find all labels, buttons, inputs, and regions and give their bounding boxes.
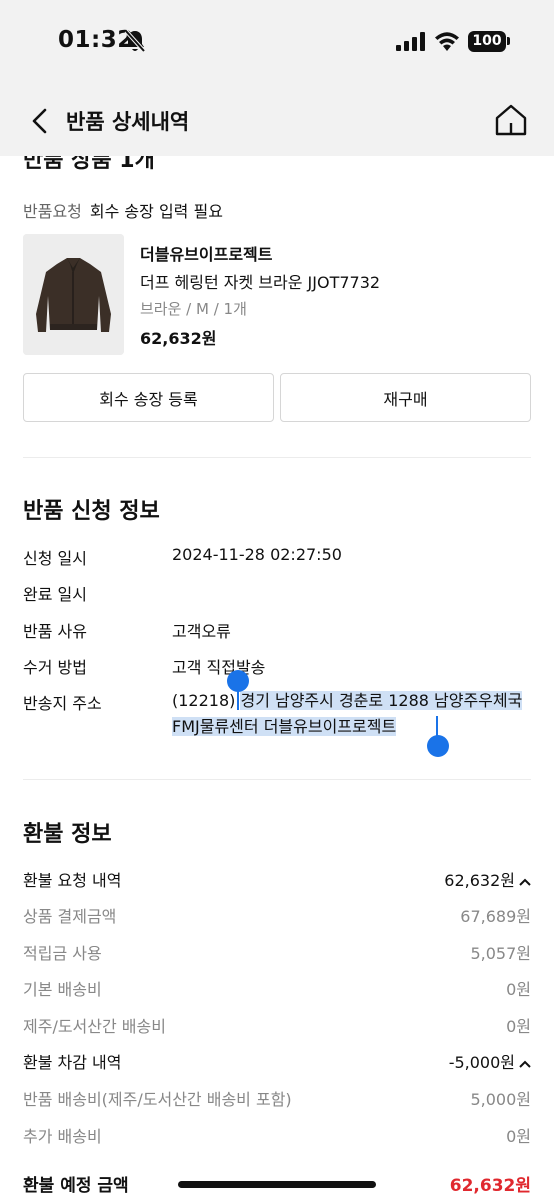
- refund-request-value: 62,632원: [444, 871, 515, 890]
- return-status-text: 회수 송장 입력 필요: [89, 202, 223, 221]
- chevron-up-icon: [519, 878, 531, 886]
- return-shipping-value: 5,000원: [470, 1090, 531, 1109]
- info-label-pickup-method: 수거 방법: [23, 658, 87, 677]
- info-label-request-date: 신청 일시: [23, 549, 87, 568]
- product-option: 브라운 / M / 1개: [140, 300, 247, 318]
- nav-bar: 반품 상세내역: [0, 84, 554, 156]
- return-status-line: 반품요청 회수 송장 입력 필요: [23, 198, 223, 222]
- payment-amount-label: 상품 결제금액: [23, 907, 117, 926]
- wifi-icon: [435, 32, 459, 51]
- island-shipping-label: 제주/도서산간 배송비: [23, 1017, 166, 1036]
- battery-cap: [507, 37, 510, 45]
- return-products-header: 반품 상품 1개: [23, 156, 155, 170]
- status-time: 01:32: [58, 27, 134, 53]
- return-shipping-label: 반품 배송비(제주/도서산간 배송비 포함): [23, 1090, 292, 1109]
- home-icon[interactable]: [494, 103, 528, 137]
- extra-shipping-label: 추가 배송비: [23, 1127, 102, 1146]
- status-bar: 01:32 100: [0, 0, 554, 84]
- refund-deduct-label: 환불 차감 내역: [23, 1053, 122, 1072]
- chevron-up-icon: [519, 1060, 531, 1068]
- address-zip: (12218): [172, 691, 241, 710]
- info-label-reason: 반품 사유: [23, 622, 87, 641]
- back-chevron-icon[interactable]: [30, 108, 50, 134]
- refund-total-label: 환불 예정 금액: [23, 1176, 129, 1196]
- refund-deduct-value: -5,000원: [448, 1053, 515, 1072]
- points-used-value: 5,057원: [470, 944, 531, 963]
- info-value-pickup-method: 고객 직접발송: [172, 658, 266, 677]
- rebuy-button[interactable]: 재구매: [280, 373, 531, 422]
- product-brand[interactable]: 더블유브이프로젝트: [140, 241, 272, 265]
- product-image[interactable]: [23, 234, 124, 355]
- payment-amount-value: 67,689원: [460, 907, 531, 926]
- home-indicator[interactable]: [178, 1181, 376, 1188]
- register-tracking-button[interactable]: 회수 송장 등록: [23, 373, 274, 422]
- jacket-image: [23, 234, 124, 355]
- product-name[interactable]: 더프 헤링턴 자켓 브라운 JJOT7732: [140, 269, 380, 293]
- page-title: 반품 상세내역: [66, 110, 190, 134]
- refund-deduct-toggle[interactable]: -5,000원: [449, 1049, 531, 1073]
- island-shipping-value: 0원: [506, 1017, 531, 1036]
- return-status-label: 반품요청: [23, 202, 82, 221]
- info-label-complete-date: 완료 일시: [23, 585, 87, 604]
- base-shipping-label: 기본 배송비: [23, 980, 102, 999]
- product-price: 62,632원: [140, 329, 217, 348]
- info-label-return-address: 반송지 주소: [23, 694, 102, 713]
- divider: [23, 779, 531, 780]
- refund-total-value: 62,632원: [449, 1176, 531, 1196]
- selection-start-bar: [237, 688, 239, 710]
- signal-icon: [396, 32, 425, 51]
- base-shipping-value: 0원: [506, 980, 531, 999]
- divider: [23, 457, 531, 458]
- info-value-reason: 고객오류: [172, 622, 231, 641]
- return-address-value[interactable]: (12218) 경기 남양주시 경춘로 1288 남양주우체국 FMJ물류센터 …: [172, 688, 534, 740]
- points-used-label: 적립금 사용: [23, 944, 102, 963]
- request-info-title: 반품 신청 정보: [23, 499, 160, 524]
- refund-info-title: 환불 정보: [23, 822, 112, 847]
- bell-slash-icon: [124, 29, 146, 53]
- extra-shipping-value: 0원: [506, 1127, 531, 1146]
- refund-request-toggle[interactable]: 62,632원: [444, 867, 531, 891]
- refund-request-label: 환불 요청 내역: [23, 871, 122, 890]
- battery-indicator: 100: [468, 31, 506, 52]
- selection-end-handle[interactable]: [427, 735, 449, 757]
- info-value-request-date: 2024-11-28 02:27:50: [172, 545, 342, 564]
